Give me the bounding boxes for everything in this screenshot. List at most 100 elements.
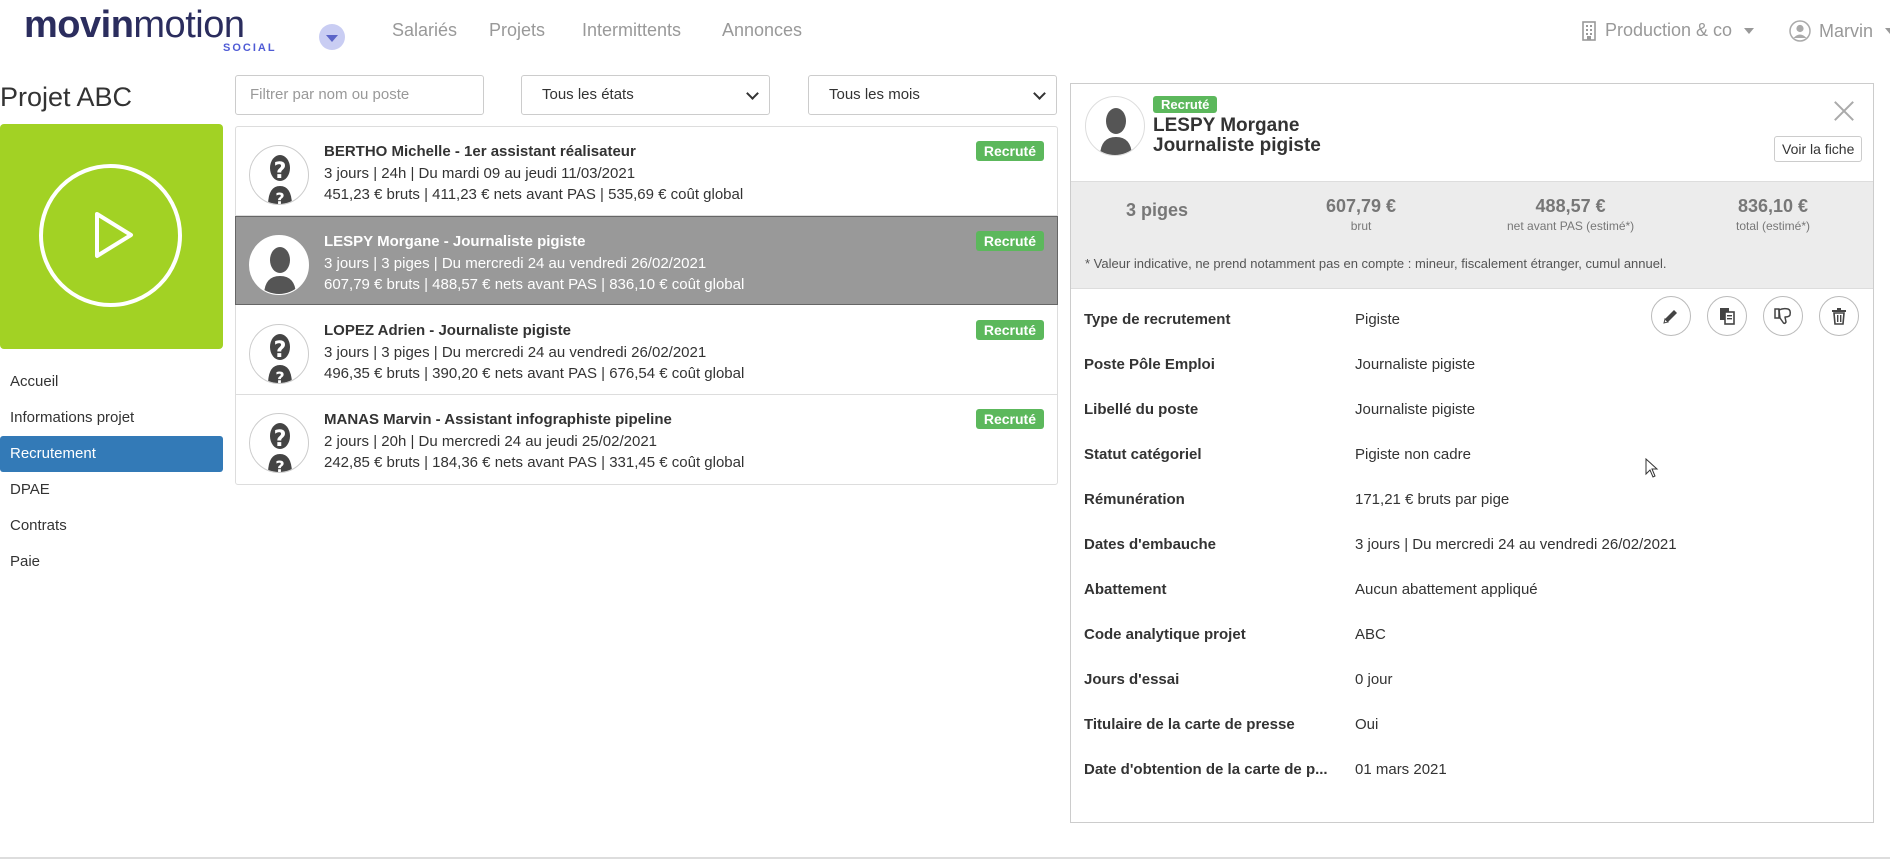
summary-brut-value: 607,79 € — [1326, 196, 1397, 216]
field-row: Abattement Aucun abattement appliqué — [1084, 569, 1864, 614]
list-item-selected[interactable]: LESPY Morgane - Journaliste pigiste 3 jo… — [235, 216, 1058, 305]
field-label: Libellé du poste — [1084, 401, 1199, 418]
logo-bold-text: movin — [24, 4, 134, 46]
svg-text:?: ? — [274, 427, 287, 452]
logo-subtitle: SOCIAL — [223, 42, 277, 54]
summary-piges-value: 3 piges — [1126, 200, 1189, 220]
field-value: 0 jour — [1355, 671, 1393, 688]
field-row: Type de recrutement Pigiste — [1084, 299, 1864, 344]
svg-text:?: ? — [275, 189, 284, 205]
status-badge: Recruté — [975, 409, 1044, 429]
list-item-title: LESPY Morgane - Journaliste pigiste — [324, 233, 586, 250]
list-item-amounts: 242,85 € bruts | 184,36 € nets avant PAS… — [324, 454, 745, 471]
user-name: Marvin — [1819, 20, 1874, 41]
detail-name: LESPY Morgane — [1153, 115, 1300, 136]
project-title: Projet ABC — [0, 82, 133, 112]
summary-brut: 607,79 € brut — [1326, 196, 1396, 233]
company-name: Production & co — [1605, 20, 1733, 40]
sidebar-item-paie[interactable]: Paie — [0, 544, 223, 580]
search-input[interactable]: Filtrer par nom ou poste — [235, 75, 484, 115]
detail-role: Journaliste pigiste — [1153, 135, 1321, 156]
state-filter-value: Tous les états — [542, 86, 634, 103]
sidebar-item-contrats[interactable]: Contrats — [0, 508, 223, 544]
summary-piges: 3 piges — [1126, 200, 1188, 221]
nav-link-projets[interactable]: Projets — [489, 20, 545, 41]
state-filter-select[interactable]: Tous les états — [521, 75, 770, 115]
svg-text:?: ? — [275, 457, 284, 473]
field-label: Rémunération — [1084, 491, 1185, 508]
nav-link-intermittents[interactable]: Intermittents — [582, 20, 681, 41]
field-row: Poste Pôle Emploi Journaliste pigiste — [1084, 344, 1864, 389]
chevron-down-icon — [746, 87, 759, 100]
list-item-amounts: 496,35 € bruts | 390,20 € nets avant PAS… — [324, 365, 745, 382]
user-dropdown[interactable]: Marvin — [1789, 20, 1890, 42]
sidebar-item-dpae[interactable]: DPAE — [0, 472, 223, 508]
field-label: Date d'obtention de la carte de p... — [1084, 761, 1328, 778]
building-icon — [1582, 20, 1596, 41]
sidebar-item-informations-projet[interactable]: Informations projet — [0, 400, 223, 436]
field-value: Oui — [1355, 716, 1379, 733]
month-filter-value: Tous les mois — [829, 86, 920, 103]
field-label: Abattement — [1084, 581, 1167, 598]
field-label: Code analytique projet — [1084, 626, 1246, 643]
summary-disclaimer: * Valeur indicative, ne prend notamment … — [1085, 256, 1667, 271]
list-item[interactable]: ?? LOPEZ Adrien - Journaliste pigiste 3 … — [236, 306, 1057, 395]
mouse-cursor-icon — [1645, 458, 1659, 478]
field-row: Libellé du poste Journaliste pigiste — [1084, 389, 1864, 434]
detail-fields: Type de recrutement Pigiste Poste Pôle Em… — [1084, 299, 1864, 794]
sidebar-item-accueil[interactable]: Accueil — [0, 364, 223, 400]
svg-text:?: ? — [275, 368, 284, 384]
field-label: Type de recrutement — [1084, 311, 1231, 328]
summary-net: 488,57 € net avant PAS (estimé*) — [1507, 196, 1634, 233]
list-item-amounts: 451,23 € bruts | 411,23 € nets avant PAS… — [324, 186, 744, 203]
list-item-schedule: 2 jours | 20h | Du mercredi 24 au jeudi … — [324, 433, 658, 450]
project-menu: Accueil Informations projet Recrutement … — [0, 364, 223, 580]
summary-net-label: net avant PAS (estimé*) — [1507, 219, 1635, 233]
summary-net-value: 488,57 € — [1535, 196, 1606, 216]
detail-person: LESPY Morgane Journaliste pigiste — [1153, 116, 1321, 156]
svg-text:?: ? — [274, 159, 287, 184]
field-value: Journaliste pigiste — [1355, 401, 1476, 418]
app-menu-toggle[interactable] — [319, 24, 345, 50]
field-row: Statut catégoriel Pigiste non cadre — [1084, 434, 1864, 479]
field-label: Statut catégoriel — [1084, 446, 1202, 463]
project-tile[interactable] — [0, 124, 223, 349]
cost-summary: 3 piges 607,79 € brut 488,57 € net avant… — [1071, 181, 1873, 289]
recruitment-detail-panel: Recruté LESPY Morgane Journaliste pigist… — [1070, 83, 1874, 823]
field-label: Titulaire de la carte de presse — [1084, 716, 1295, 733]
field-label: Poste Pôle Emploi — [1084, 356, 1215, 373]
summary-total-value: 836,10 € — [1737, 196, 1809, 216]
summary-brut-label: brut — [1350, 219, 1372, 233]
close-icon[interactable] — [1831, 98, 1857, 124]
movinmotion-logo[interactable]: movinmotion SOCIAL — [24, 4, 284, 54]
field-label: Jours d'essai — [1084, 671, 1180, 688]
month-filter-select[interactable]: Tous les mois — [808, 75, 1057, 115]
sidebar-item-recrutement[interactable]: Recrutement — [0, 436, 223, 472]
list-item-title: BERTHO Michelle - 1er assistant réalisat… — [324, 143, 636, 160]
nav-link-salaries[interactable]: Salariés — [392, 20, 457, 41]
field-value: Pigiste non cadre — [1355, 446, 1471, 463]
list-item-schedule: 3 jours | 24h | Du mardi 09 au jeudi 11/… — [324, 165, 636, 182]
field-row: Dates d'embauche 3 jours | Du mercredi 24… — [1084, 524, 1864, 569]
list-item[interactable]: ?? MANAS Marvin - Assistant infographist… — [236, 395, 1057, 484]
field-value: 171,21 € bruts par pige — [1355, 491, 1510, 508]
status-badge: Recruté — [975, 141, 1044, 161]
company-dropdown[interactable]: Production & co — [1581, 20, 1755, 41]
list-item-title: MANAS Marvin - Assistant infographiste p… — [324, 411, 672, 428]
field-value: 3 jours | Du mercredi 24 au vendredi 26/… — [1355, 536, 1677, 553]
unknown-person-icon: ?? — [249, 145, 309, 205]
person-silhouette-icon — [1085, 96, 1145, 156]
list-item-schedule: 3 jours | 3 piges | Du mercredi 24 au ve… — [324, 344, 707, 361]
voir-fiche-button[interactable]: Voir la fiche — [1774, 136, 1863, 162]
nav-link-annonces[interactable]: Annonces — [722, 20, 802, 41]
user-avatar-icon — [1789, 20, 1811, 42]
unknown-person-icon: ?? — [249, 413, 309, 473]
logo-light-text: motion — [133, 4, 245, 46]
field-value: Journaliste pigiste — [1355, 356, 1476, 373]
field-row: Code analytique projet ABC — [1084, 614, 1864, 659]
list-item-amounts: 607,79 € bruts | 488,57 € nets avant PAS… — [324, 276, 745, 293]
status-badge: Recruté — [975, 320, 1044, 340]
list-item[interactable]: ?? BERTHO Michelle - 1er assistant réali… — [236, 127, 1057, 216]
recruitment-list: ?? BERTHO Michelle - 1er assistant réali… — [235, 126, 1058, 485]
summary-total: 836,10 € total (estimé*) — [1736, 196, 1810, 233]
